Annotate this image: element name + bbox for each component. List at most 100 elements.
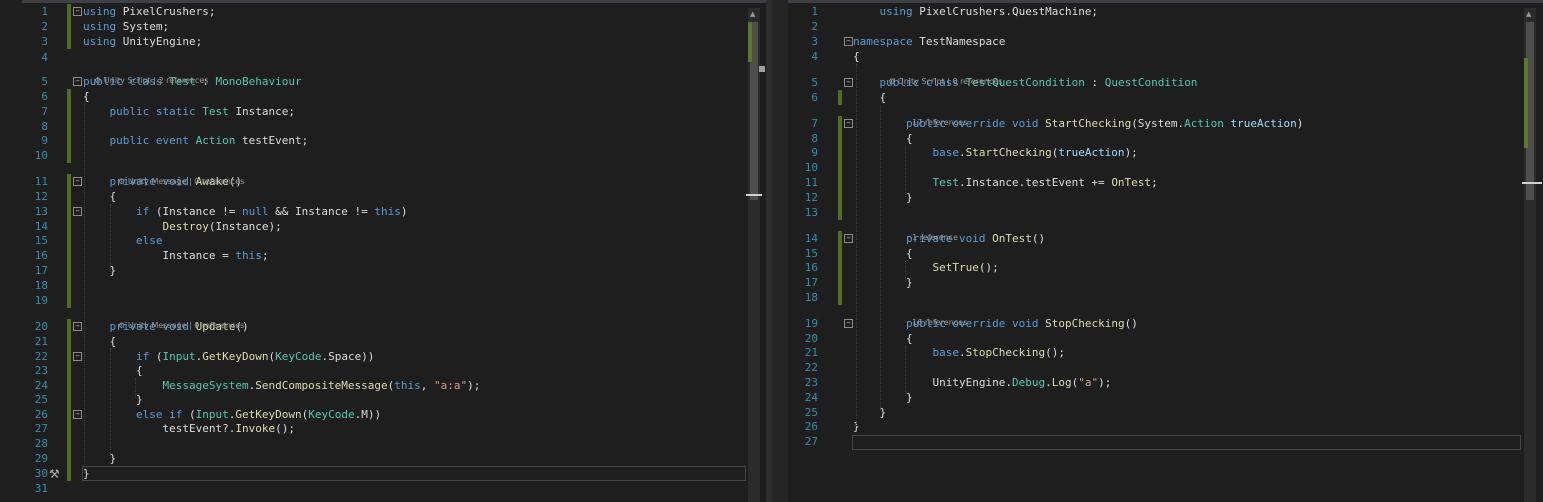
code-line[interactable]: 27 testEvent?.Invoke(); xyxy=(0,421,766,436)
code-line[interactable]: 20 { xyxy=(772,331,1543,346)
codelens-ontest[interactable]: 1 reference xyxy=(902,220,958,242)
code-text[interactable]: SetTrue(); xyxy=(853,260,998,275)
code-text[interactable]: if (Input.GetKeyDown(KeyCode.Space)) xyxy=(83,349,374,364)
code-line[interactable]: 7− public override void StartChecking(Sy… xyxy=(772,116,1543,131)
code-text[interactable]: namespace TestNamespace xyxy=(853,34,1005,49)
code-text[interactable]: base.StopChecking(); xyxy=(853,345,1064,360)
collapse-outline-icon[interactable]: − xyxy=(73,352,82,361)
code-line[interactable]: 26 − else if (Input.GetKeyDown(KeyCode.M)… xyxy=(0,407,766,422)
code-line[interactable]: 24 MessageSystem.SendCompositeMessage(th… xyxy=(0,378,766,393)
code-text[interactable]: using System; xyxy=(83,19,169,34)
code-line[interactable]: 19 xyxy=(0,293,766,308)
code-line[interactable]: 24 } xyxy=(772,390,1543,405)
codelens-awake[interactable]: ⚙ Unity Message | 0 references xyxy=(108,164,244,186)
code-text[interactable]: base.StartChecking(trueAction); xyxy=(853,145,1137,160)
code-line[interactable]: 7 public static Test Instance; xyxy=(0,104,766,119)
code-text[interactable]: } xyxy=(853,405,886,420)
code-line[interactable]: 1 using PixelCrushers.QuestMachine; xyxy=(772,4,1543,19)
codelens-startchecking[interactable]: 17 references xyxy=(902,105,967,127)
code-text[interactable]: } xyxy=(853,275,913,290)
code-text[interactable]: using PixelCrushers; xyxy=(83,4,215,19)
left-vertical-scrollbar[interactable]: ▲ xyxy=(746,8,762,502)
collapse-outline-icon[interactable]: − xyxy=(73,177,82,186)
code-line[interactable]: 18 xyxy=(0,278,766,293)
code-line[interactable]: 14 Destroy(Instance); xyxy=(0,219,766,234)
code-text[interactable]: MessageSystem.SendCompositeMessage(this,… xyxy=(83,378,480,393)
code-line[interactable]: 13 − if (Instance != null && Instance != … xyxy=(0,204,766,219)
left-editor-pane[interactable]: 1− using PixelCrushers; 2 using System; 3 usi… xyxy=(0,0,766,502)
code-line[interactable]: 4{ xyxy=(772,49,1543,64)
code-line[interactable]: 10 xyxy=(0,148,766,163)
code-line[interactable]: 22 − if (Input.GetKeyDown(KeyCode.Space)) xyxy=(0,349,766,364)
code-line[interactable]: 3 − namespace TestNamespace xyxy=(772,34,1543,49)
code-text[interactable]: public override void StopChecking() xyxy=(853,316,1138,331)
code-line[interactable]: 8 { xyxy=(772,131,1543,146)
code-text[interactable]: } xyxy=(83,451,116,466)
code-text[interactable]: { xyxy=(853,49,860,64)
code-text[interactable]: if (Instance != null && Instance != this… xyxy=(83,204,408,219)
code-line[interactable]: 13 xyxy=(772,205,1543,220)
code-line[interactable]: 2 using System; xyxy=(0,19,766,34)
code-text[interactable]: public static Test Instance; xyxy=(83,104,295,119)
code-line[interactable]: 9 public event Action testEvent; xyxy=(0,133,766,148)
code-text[interactable]: } xyxy=(83,263,116,278)
code-line[interactable]: 28 xyxy=(0,436,766,451)
code-text[interactable]: testEvent?.Invoke(); xyxy=(83,421,294,436)
code-line[interactable]: 17 } xyxy=(0,263,766,278)
code-line[interactable]: 23 { xyxy=(0,363,766,378)
quick-actions-screwdriver-icon[interactable]: ⚒ xyxy=(49,467,60,481)
code-line[interactable]: 12 { xyxy=(0,189,766,204)
code-line[interactable]: 23 UnityEngine.Debug.Log("a"); xyxy=(772,375,1543,390)
code-line[interactable]: 31 xyxy=(0,481,766,496)
code-text[interactable]: } xyxy=(83,392,143,407)
code-text[interactable]: else if (Input.GetKeyDown(KeyCode.M)) xyxy=(83,407,381,422)
code-text[interactable]: using PixelCrushers.QuestMachine; xyxy=(853,4,1099,19)
code-line[interactable]: 26} xyxy=(772,419,1543,434)
code-line[interactable]: 16 Instance = this; xyxy=(0,248,766,263)
code-text[interactable]: public event Action testEvent; xyxy=(83,133,309,148)
code-line[interactable]: 11 Test.Instance.testEvent += OnTest; xyxy=(772,175,1543,190)
scroll-up-arrow-icon[interactable]: ▲ xyxy=(750,10,755,18)
collapse-outline-icon[interactable]: − xyxy=(73,410,82,419)
code-text[interactable]: Destroy(Instance); xyxy=(83,219,281,234)
code-line[interactable]: 8 xyxy=(0,119,766,134)
code-line[interactable]: 14− private void OnTest() xyxy=(772,231,1543,246)
collapse-outline-icon[interactable]: − xyxy=(844,37,853,46)
code-line[interactable]: 18 xyxy=(772,290,1543,305)
split-handle[interactable] xyxy=(759,66,765,72)
scroll-up-arrow-icon[interactable]: ▲ xyxy=(1526,10,1531,18)
code-text[interactable]: } xyxy=(853,390,913,405)
codelens-stopchecking[interactable]: 16 references xyxy=(902,305,967,327)
code-line[interactable]: 15 else xyxy=(0,233,766,248)
code-text[interactable]: } xyxy=(853,190,913,205)
code-line[interactable]: 29 } xyxy=(0,451,766,466)
code-line[interactable]: 3 using UnityEngine; xyxy=(0,34,766,49)
right-vertical-scrollbar[interactable]: ▲ xyxy=(1522,8,1542,502)
collapse-outline-icon[interactable]: − xyxy=(844,319,853,328)
code-text[interactable]: { xyxy=(83,363,143,378)
collapse-outline-icon[interactable]: − xyxy=(73,207,82,216)
code-line[interactable]: 25 } xyxy=(0,392,766,407)
code-line[interactable]: 12 } xyxy=(772,190,1543,205)
collapse-outline-icon[interactable]: − xyxy=(73,7,82,16)
collapse-outline-icon[interactable]: − xyxy=(844,78,853,87)
code-line[interactable]: 6{ xyxy=(0,89,766,104)
codelens-quest-condition[interactable]: ⚙ Unity Script | 0 references xyxy=(878,64,1002,86)
collapse-outline-icon[interactable]: − xyxy=(73,322,82,331)
right-editor-pane[interactable]: 1 using PixelCrushers.QuestMachine; 2 3− na… xyxy=(772,0,1543,502)
code-text[interactable]: UnityEngine.Debug.Log("a"); xyxy=(853,375,1111,390)
code-line[interactable]: 2 xyxy=(772,19,1543,34)
code-text[interactable]: Test.Instance.testEvent += OnTest; xyxy=(853,175,1157,190)
code-line[interactable]: 9 base.StartChecking(trueAction); xyxy=(772,145,1543,160)
code-text[interactable]: using UnityEngine; xyxy=(83,34,202,49)
collapse-outline-icon[interactable]: − xyxy=(844,119,853,128)
code-line[interactable]: 6 { xyxy=(772,90,1543,105)
code-line[interactable]: 25 } xyxy=(772,405,1543,420)
collapse-outline-icon[interactable]: − xyxy=(73,77,82,86)
code-text[interactable]: else xyxy=(83,233,163,248)
code-line[interactable]: 15 { xyxy=(772,246,1543,261)
code-line[interactable]: 21 base.StopChecking(); xyxy=(772,345,1543,360)
code-line[interactable]: 17 } xyxy=(772,275,1543,290)
collapse-outline-icon[interactable]: − xyxy=(844,234,853,243)
codelens-test-class[interactable]: ⚙ Unity Script | 2 references xyxy=(84,63,208,85)
